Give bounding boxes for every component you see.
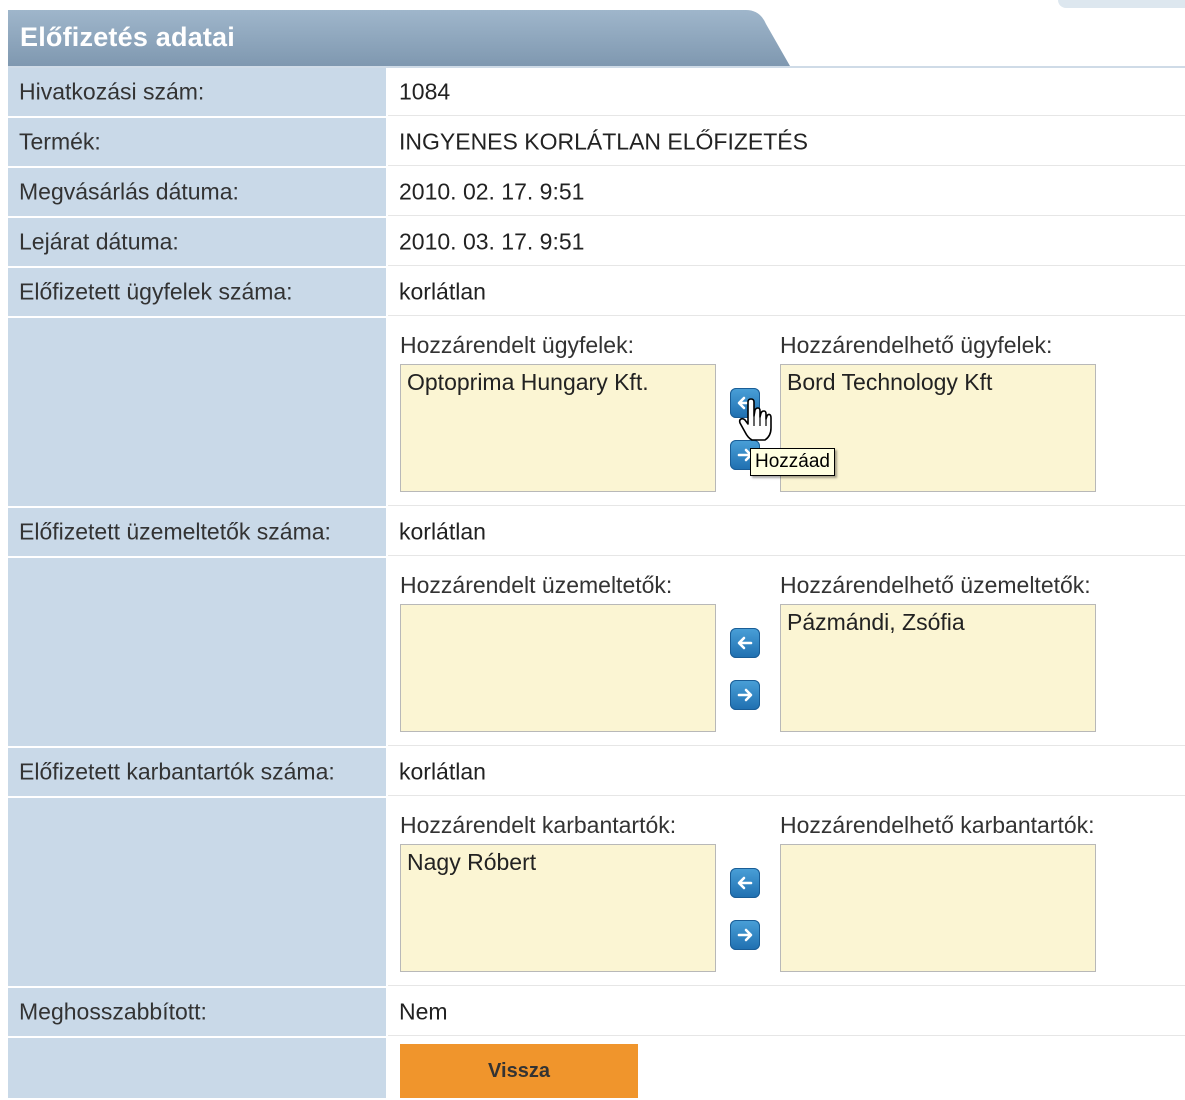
operators-count-value: korlátlan [399,518,486,544]
arrow-left-icon [737,636,753,650]
move-left-button[interactable] [730,628,760,658]
assigned-maintainers-list[interactable]: Nagy Róbert [400,844,716,972]
subscription-details-table: Hivatkozási szám: 1084 Termék: INGYENES … [8,68,1185,1100]
assignable-operators-label: Hozzárendelhető üzemeltetők: [780,572,1091,598]
maintainers-count-value: korlátlan [399,758,486,784]
arrow-right-icon [737,928,753,942]
move-right-button[interactable] [730,920,760,950]
assignable-operators-list[interactable]: Pázmándi, Zsófia [780,604,1096,732]
operators-count-label: Előfizetett üzemeltetők száma: [19,518,331,545]
back-button[interactable]: Vissza [400,1044,638,1098]
row-maintainers-count: Előfizetett karbantartók száma: korlátla… [8,748,1185,798]
assigned-maintainers-label: Hozzárendelt karbantartók: [400,812,677,838]
list-item[interactable]: Nagy Róbert [407,849,536,876]
clients-count-value: korlátlan [399,278,486,304]
tooltip: Hozzáad [750,448,835,476]
corner-decoration [1058,0,1185,8]
assignable-maintainers-label: Hozzárendelhető karbantartók: [780,812,1095,838]
panel-header: Előfizetés adatai [8,10,798,66]
move-right-button[interactable] [730,680,760,710]
assigned-operators-list[interactable] [400,604,716,732]
row-maintainers-assignment: Hozzárendelt karbantartók: Nagy Róbert H… [8,798,1185,988]
row-reference: Hivatkozási szám: 1084 [8,68,1185,118]
move-left-button[interactable] [730,868,760,898]
list-item[interactable]: Bord Technology Kft [787,369,992,396]
row-operators-assignment: Hozzárendelt üzemeltetők: Hozzárendelhet… [8,558,1185,748]
assignable-maintainers-list[interactable] [780,844,1096,972]
hand-pointer-icon [738,398,772,441]
reference-value: 1084 [399,78,451,104]
extended-value: Nem [399,998,448,1024]
reference-label: Hivatkozási szám: [19,78,205,105]
list-item[interactable]: Optoprima Hungary Kft. [407,369,649,396]
expiry-date-label: Lejárat dátuma: [19,228,179,255]
row-actions: Vissza [8,1038,1185,1100]
row-extended: Meghosszabbított: Nem [8,988,1185,1038]
row-product: Termék: INGYENES KORLÁTLAN ELŐFIZETÉS [8,118,1185,168]
row-purchase-date: Megvásárlás dátuma: 2010. 02. 17. 9:51 [8,168,1185,218]
row-operators-count: Előfizetett üzemeltetők száma: korlátlan [8,508,1185,558]
clients-count-label: Előfizetett ügyfelek száma: [19,278,293,305]
assigned-operators-label: Hozzárendelt üzemeltetők: [400,572,673,598]
assigned-clients-label: Hozzárendelt ügyfelek: [400,332,634,358]
row-clients-assignment: Hozzárendelt ügyfelek: Optoprima Hungary… [8,318,1185,508]
maintainers-count-label: Előfizetett karbantartók száma: [19,758,335,785]
purchase-date-value: 2010. 02. 17. 9:51 [399,178,585,204]
arrow-left-icon [737,876,753,890]
page-title: Előfizetés adatai [20,22,235,52]
assignable-clients-label: Hozzárendelhető ügyfelek: [780,332,1053,358]
expiry-date-value: 2010. 03. 17. 9:51 [399,228,585,254]
purchase-date-label: Megvásárlás dátuma: [19,178,239,205]
arrow-right-icon [737,688,753,702]
product-label: Termék: [19,128,101,155]
product-value: INGYENES KORLÁTLAN ELŐFIZETÉS [399,128,808,154]
extended-label: Meghosszabbított: [19,998,207,1025]
assigned-clients-list[interactable]: Optoprima Hungary Kft. [400,364,716,492]
row-expiry-date: Lejárat dátuma: 2010. 03. 17. 9:51 [8,218,1185,268]
row-clients-count: Előfizetett ügyfelek száma: korlátlan [8,268,1185,318]
list-item[interactable]: Pázmándi, Zsófia [787,609,965,636]
